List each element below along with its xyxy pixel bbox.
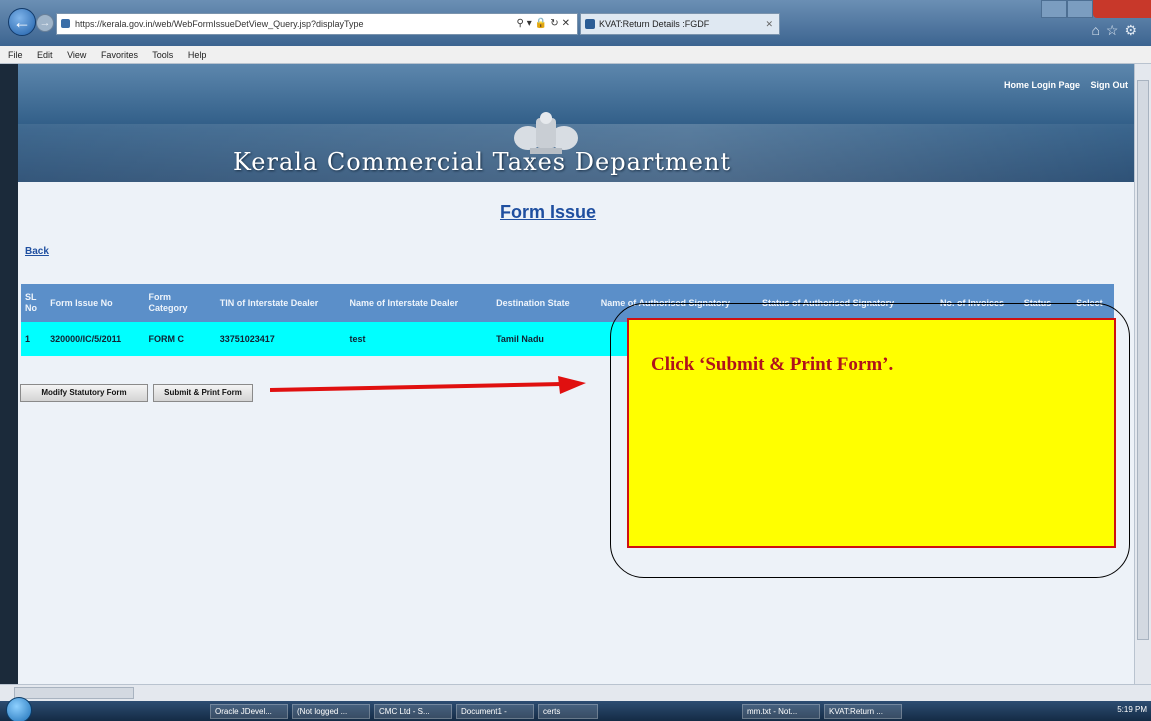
back-arrow-icon[interactable]: ← — [8, 8, 36, 36]
callout-text: Click ‘Submit & Print Form’. — [651, 354, 894, 375]
site-banner: Home Login Page Sign Out Kerala Commerci… — [18, 64, 1134, 182]
col-dealer-name: Name of Interstate Dealer — [345, 284, 493, 322]
minimize-icon[interactable] — [1041, 0, 1067, 18]
horizontal-scroll-thumb[interactable] — [14, 687, 134, 699]
menu-help[interactable]: Help — [188, 50, 207, 60]
taskbar-item[interactable]: mm.txt - Not... — [742, 704, 820, 719]
url-host: kerala.gov.in — [102, 19, 153, 29]
cell-form-issue-no: 320000/IC/5/2011 — [46, 322, 145, 356]
home-login-link[interactable]: Home Login Page — [1004, 80, 1080, 90]
cell-dealer-name: test — [345, 322, 493, 356]
vertical-scrollbar[interactable] — [1134, 64, 1151, 684]
taskbar-item[interactable]: Oracle JDevel... — [210, 704, 288, 719]
browser-titlebar: ← → https://kerala.gov.in/web/WebFormIss… — [0, 0, 1151, 46]
taskbar-item[interactable]: certs — [538, 704, 598, 719]
browser-tab[interactable]: KVAT:Return Details :FGDF ✕ — [580, 13, 780, 35]
cell-destination-state: Tamil Nadu — [492, 322, 597, 356]
cell-sl-no: 1 — [21, 322, 47, 356]
submit-print-form-button[interactable]: Submit & Print Form — [153, 384, 253, 402]
col-destination-state: Destination State — [492, 284, 597, 322]
toolbar-icons[interactable]: ⌂☆⚙ — [1091, 22, 1143, 39]
tab-favicon-icon — [585, 19, 595, 29]
forward-arrow-icon[interactable]: → — [36, 14, 54, 32]
callout-arrow — [270, 376, 586, 394]
menu-view[interactable]: View — [67, 50, 86, 60]
modify-statutory-form-button[interactable]: Modify Statutory Form — [20, 384, 148, 402]
address-bar-icons[interactable]: ⚲▾🔒↻✕ — [516, 14, 573, 34]
taskbar-clock: 5:19 PM — [1117, 705, 1147, 714]
menu-file[interactable]: File — [8, 50, 23, 60]
close-window-icon[interactable] — [1093, 0, 1151, 18]
page-title: Form Issue — [500, 202, 597, 222]
col-sl-no: SL No — [21, 284, 47, 322]
start-button-icon[interactable] — [6, 697, 32, 721]
cell-form-category: FORM C — [144, 322, 216, 356]
horizontal-scrollbar[interactable] — [0, 684, 1151, 701]
address-bar[interactable]: https://kerala.gov.in/web/WebFormIssueDe… — [56, 13, 578, 35]
menu-tools[interactable]: Tools — [152, 50, 173, 60]
taskbar-item[interactable]: KVAT:Return ... — [824, 704, 902, 719]
taskbar-item[interactable]: (Not logged ... — [292, 704, 370, 719]
taskbar-item[interactable]: Document1 - — [456, 704, 534, 719]
col-tin: TIN of Interstate Dealer — [215, 284, 346, 322]
url-prefix: https:// — [75, 19, 103, 29]
windows-taskbar: Oracle JDevel... (Not logged ... CMC Ltd… — [0, 697, 1151, 721]
col-form-issue-no: Form Issue No — [46, 284, 145, 322]
department-title: Kerala Commercial Taxes Department — [233, 148, 732, 176]
sign-out-link[interactable]: Sign Out — [1091, 80, 1129, 90]
callout-box: Click ‘Submit & Print Form’. — [627, 318, 1116, 548]
maximize-icon[interactable] — [1067, 0, 1093, 18]
url-path: /web/WebFormIssueDetView_Query.jsp?displ… — [152, 19, 364, 29]
cell-tin: 33751023417 — [215, 322, 346, 356]
col-form-category: Form Category — [144, 284, 216, 322]
tab-title: KVAT:Return Details :FGDF — [599, 19, 710, 29]
menu-favorites[interactable]: Favorites — [101, 50, 138, 60]
menu-edit[interactable]: Edit — [37, 50, 53, 60]
banner-links: Home Login Page Sign Out — [996, 80, 1128, 90]
site-icon — [61, 19, 70, 28]
back-link[interactable]: Back — [25, 246, 49, 257]
menu-bar: File Edit View Favorites Tools Help — [0, 46, 1151, 64]
vertical-scroll-thumb[interactable] — [1137, 80, 1149, 640]
taskbar-item[interactable]: CMC Ltd - S... — [374, 704, 452, 719]
tab-close-icon[interactable]: ✕ — [765, 14, 773, 34]
